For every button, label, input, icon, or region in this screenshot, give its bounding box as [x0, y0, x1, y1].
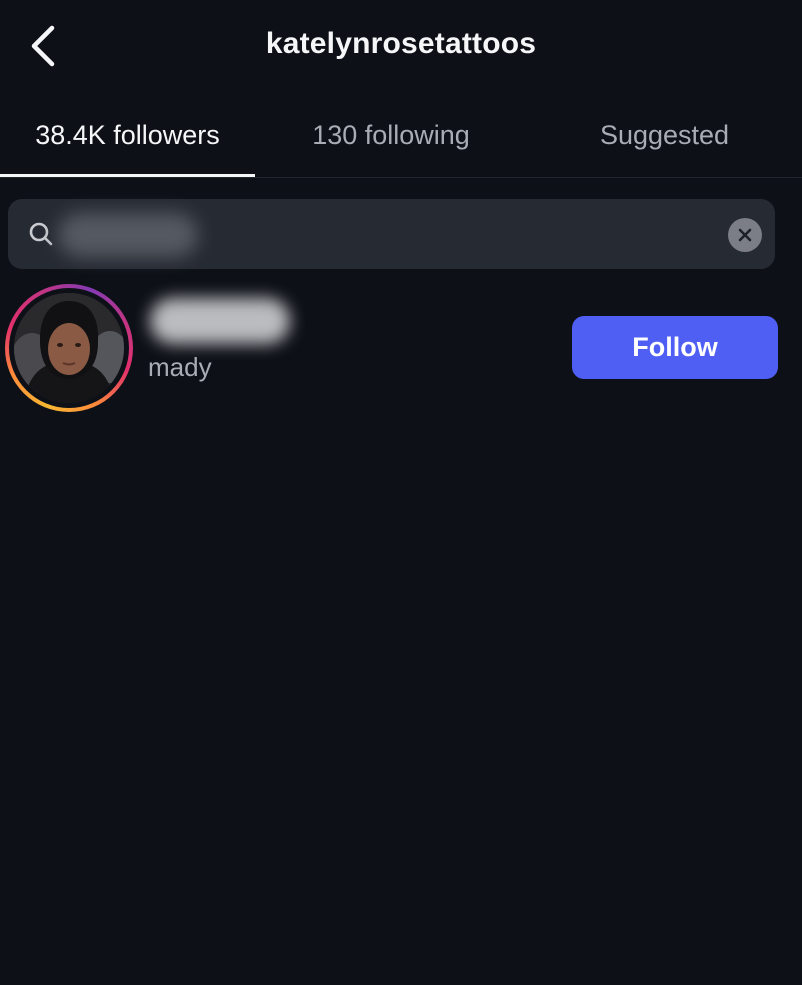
avatar-photo — [14, 293, 124, 403]
close-icon — [738, 228, 752, 242]
follower-username[interactable] — [150, 298, 290, 344]
active-tab-indicator — [0, 174, 255, 177]
tab-suggested[interactable]: Suggested — [527, 95, 802, 175]
tab-bar: 38.4K followers 130 following Suggested — [0, 95, 802, 178]
page-title: katelynrosetattoos — [265, 27, 537, 60]
search-bar[interactable] — [8, 199, 775, 271]
search-icon — [29, 222, 53, 246]
clear-search-button[interactable] — [728, 218, 762, 252]
tab-followers[interactable]: 38.4K followers — [0, 95, 255, 175]
search-input[interactable] — [64, 199, 708, 271]
avatar — [14, 293, 124, 403]
follow-button[interactable]: Follow — [572, 316, 778, 379]
follower-row[interactable]: mady Follow — [0, 282, 802, 412]
header: katelynrosetattoos — [0, 0, 802, 95]
avatar-story-ring[interactable] — [5, 284, 133, 412]
tab-following[interactable]: 130 following — [255, 95, 527, 175]
follower-full-name: mady — [148, 352, 212, 382]
